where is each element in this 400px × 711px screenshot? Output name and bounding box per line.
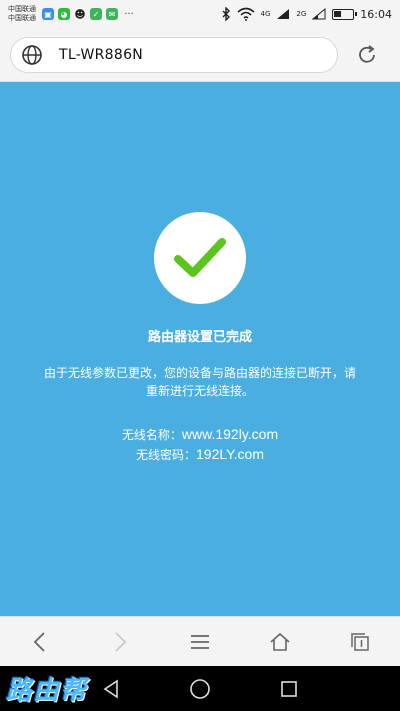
mail-icon: ✉ — [106, 8, 118, 20]
url-field[interactable]: TL-WR886N — [10, 36, 338, 73]
browser-toolbar — [0, 616, 400, 666]
notification-icons: ▣ ◕ ☻ ✓ ✉ ··· — [42, 7, 136, 21]
success-badge — [154, 212, 246, 304]
chevron-right-icon — [115, 631, 127, 652]
image-notification-icon: ▣ — [42, 8, 54, 20]
wifi-info: 无线名称：www.192ly.com 无线密码：192LY.com — [0, 425, 400, 465]
chevron-left-icon — [33, 631, 45, 652]
home-icon — [270, 632, 290, 651]
home-button[interactable] — [260, 622, 300, 662]
signal-icon — [277, 9, 290, 19]
nav-recents-button[interactable] — [274, 674, 304, 704]
status-bar: 中国联通 中国联通 ▣ ◕ ☻ ✓ ✉ ··· 4G 2G 16:04 — [0, 0, 400, 28]
status-message: 由于无线参数已更改，您的设备与路由器的连接已断开，请重新进行无线连接。 — [43, 366, 356, 398]
wifi-name-label: 无线名称： — [121, 428, 182, 442]
qq-icon: ☻ — [74, 7, 86, 21]
wifi-password-row: 无线密码：192LY.com — [0, 445, 400, 465]
wechat-icon: ◕ — [58, 8, 70, 20]
back-button[interactable] — [20, 622, 60, 662]
tabs-button[interactable] — [340, 622, 380, 662]
checkmark-icon — [174, 238, 226, 277]
square-recents-icon — [281, 681, 297, 697]
carrier-1: 中国联通 — [8, 5, 36, 13]
wifi-password-value: 192LY.com — [196, 446, 264, 462]
forward-button[interactable] — [100, 622, 140, 662]
signal-icon-2 — [312, 8, 326, 20]
wifi-name-row: 无线名称：www.192ly.com — [0, 425, 400, 445]
wifi-icon — [236, 7, 255, 21]
system-navigation-bar: 路由帮 — [0, 666, 400, 711]
nav-home-button[interactable] — [185, 674, 215, 704]
url-text: TL-WR886N — [59, 46, 144, 63]
wifi-name-value: www.192ly.com — [181, 426, 279, 442]
bluetooth-icon — [222, 7, 230, 21]
watermark-logo: 路由帮 — [6, 676, 88, 706]
circle-home-icon — [190, 679, 210, 699]
refresh-icon[interactable] — [356, 44, 378, 66]
tabs-icon — [351, 632, 369, 651]
network-type-2: 2G — [296, 9, 307, 18]
more-notifications-icon: ··· — [124, 8, 134, 20]
system-status: 4G 2G 16:04 — [221, 7, 392, 21]
globe-icon — [22, 44, 42, 65]
download-icon: ✓ — [90, 8, 102, 20]
clock: 16:04 — [360, 7, 392, 21]
network-type-1: 4G — [260, 9, 271, 18]
menu-icon — [191, 634, 209, 649]
triangle-back-icon — [103, 679, 118, 699]
browser-address-bar: TL-WR886N — [0, 28, 400, 82]
menu-button[interactable] — [180, 622, 220, 662]
page-title: 路由器设置已完成 — [147, 330, 252, 345]
carrier-2: 中国联通 — [8, 14, 36, 22]
nav-back-button[interactable] — [96, 674, 126, 704]
page-content: 路由器设置已完成 由于无线参数已更改，您的设备与路由器的连接已断开，请重新进行无… — [0, 82, 400, 616]
wifi-password-label: 无线密码： — [136, 448, 197, 462]
battery-icon — [332, 8, 358, 20]
carrier-info: 中国联通 中国联通 — [8, 5, 36, 23]
